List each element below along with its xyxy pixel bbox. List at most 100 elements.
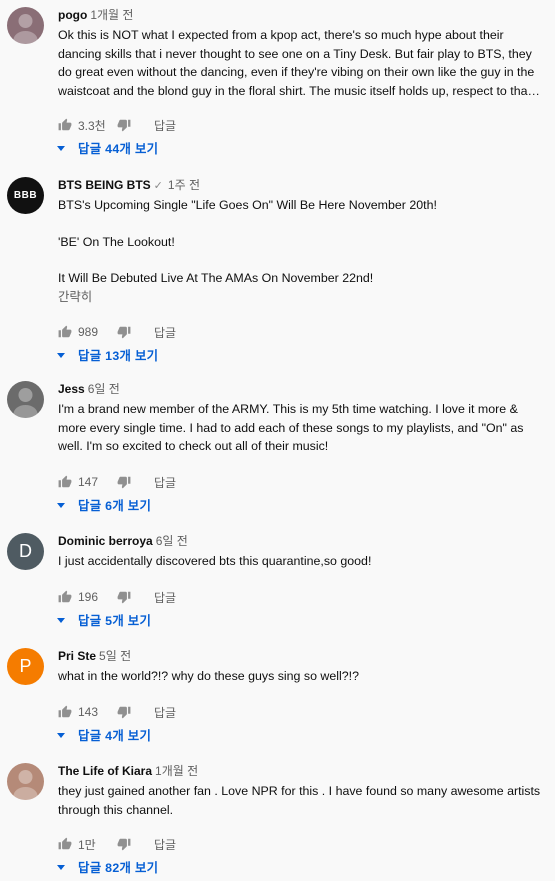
caret-down-icon bbox=[57, 865, 65, 870]
reply-button[interactable]: 답글 bbox=[154, 474, 176, 491]
avatar-photo bbox=[13, 388, 38, 418]
comment-actions: 3.3천 답글 bbox=[58, 117, 176, 133]
verified-check-icon: ✓ bbox=[153, 180, 163, 192]
comment-paragraph: what in the world?!? why do these guys s… bbox=[58, 669, 359, 683]
comment-paragraph: It Will Be Debuted Live At The AMAs On N… bbox=[58, 271, 374, 285]
view-replies-button[interactable]: 답글 6개 보기 bbox=[56, 496, 151, 514]
like-count: 147 bbox=[78, 475, 99, 489]
comment-timestamp[interactable]: 1개월 전 bbox=[155, 764, 198, 778]
avatar[interactable] bbox=[7, 7, 44, 44]
view-replies-button[interactable]: 답글 4개 보기 bbox=[56, 726, 151, 744]
author-name[interactable]: pogo bbox=[58, 8, 87, 22]
like-count: 1만 bbox=[78, 837, 96, 852]
comment-actions: 143 답글 bbox=[58, 704, 176, 720]
view-replies-label: 답글 82개 보기 bbox=[78, 861, 159, 875]
view-replies-label: 답글 4개 보기 bbox=[78, 729, 152, 743]
reply-button[interactable]: 답글 bbox=[154, 704, 176, 721]
avatar-photo bbox=[13, 770, 38, 800]
comment-actions: 147 답글 bbox=[58, 474, 176, 490]
comment-paragraph: I just accidentally discovered bts this … bbox=[58, 554, 372, 568]
view-replies-label: 답글 44개 보기 bbox=[78, 142, 159, 156]
comment-paragraph: BTS's Upcoming Single "Life Goes On" Wil… bbox=[58, 198, 437, 212]
comment-text: I'm a brand new member of the ARMY. This… bbox=[58, 400, 547, 456]
thumb-down-icon[interactable] bbox=[117, 325, 131, 339]
comment-body: The Life of Kiara 1개월 전 they just gained a… bbox=[58, 763, 547, 819]
avatar-photo bbox=[13, 14, 38, 44]
comment-paragraph: I'm a brand new member of the ARMY. This… bbox=[58, 402, 527, 453]
thumb-up-icon[interactable] bbox=[58, 475, 72, 489]
avatar[interactable] bbox=[7, 381, 44, 418]
caret-down-icon bbox=[57, 733, 65, 738]
comment-text: Ok this is NOT what I expected from a kp… bbox=[58, 26, 547, 100]
avatar[interactable]: P bbox=[7, 648, 44, 685]
thumb-down-icon[interactable] bbox=[117, 705, 131, 719]
comment-body: BTS BEING BTS ✓ 1주 전 BTS's Upcoming Single … bbox=[58, 177, 547, 306]
avatar-initial: D bbox=[19, 541, 32, 561]
author-name[interactable]: Dominic berroya bbox=[58, 534, 153, 548]
avatar[interactable] bbox=[7, 763, 44, 800]
view-replies-label: 답글 5개 보기 bbox=[78, 614, 152, 628]
show-less-button[interactable]: 간략히 bbox=[58, 288, 547, 306]
thumb-up-icon[interactable] bbox=[58, 590, 72, 604]
author-name[interactable]: Jess bbox=[58, 382, 85, 396]
comment-timestamp[interactable]: 1개월 전 bbox=[90, 8, 133, 22]
comment-header: Dominic berroya 6일 전 bbox=[58, 533, 547, 550]
comment-header: BTS BEING BTS ✓ 1주 전 bbox=[58, 177, 547, 194]
comment-paragraph: they just gained another fan . Love NPR … bbox=[58, 784, 544, 817]
like-count: 143 bbox=[78, 705, 99, 719]
reply-button[interactable]: 답글 bbox=[154, 589, 176, 606]
thumb-up-icon[interactable] bbox=[58, 118, 72, 132]
comment-paragraph: 'BE' On The Lookout! bbox=[58, 234, 175, 249]
view-replies-button[interactable]: 답글 5개 보기 bbox=[56, 611, 151, 629]
caret-down-icon bbox=[57, 618, 65, 623]
view-replies-button[interactable]: 답글 13개 보기 bbox=[56, 346, 158, 364]
comment-header: Pri Ste 5일 전 bbox=[58, 648, 547, 665]
reply-button[interactable]: 답글 bbox=[154, 117, 176, 134]
author-name[interactable]: BTS BEING BTS bbox=[58, 178, 151, 192]
comment-timestamp[interactable]: 6일 전 bbox=[156, 534, 188, 548]
thumb-up-icon[interactable] bbox=[58, 325, 72, 339]
like-count: 196 bbox=[78, 590, 99, 604]
comment-actions: 196 답글 bbox=[58, 589, 176, 605]
comment-text: BTS's Upcoming Single "Life Goes On" Wil… bbox=[58, 196, 547, 288]
comment-body: Jess 6일 전 I'm a brand new member of the AR… bbox=[58, 381, 547, 456]
view-replies-label: 답글 13개 보기 bbox=[78, 349, 159, 363]
view-replies-button[interactable]: 답글 44개 보기 bbox=[56, 139, 158, 157]
comment-timestamp[interactable]: 1주 전 bbox=[168, 178, 200, 192]
caret-down-icon bbox=[57, 503, 65, 508]
comment-header: pogo 1개월 전 bbox=[58, 7, 547, 24]
comment-body: Dominic berroya 6일 전 I just accidentally d… bbox=[58, 533, 547, 571]
like-count: 3.3천 bbox=[78, 118, 106, 133]
reply-button[interactable]: 답글 bbox=[154, 836, 176, 853]
reply-button[interactable]: 답글 bbox=[154, 324, 176, 341]
comment-text: they just gained another fan . Love NPR … bbox=[58, 782, 547, 819]
comment-header: Jess 6일 전 bbox=[58, 381, 547, 398]
comment-text: what in the world?!? why do these guys s… bbox=[58, 667, 547, 686]
caret-down-icon bbox=[57, 353, 65, 358]
comment-actions: 1만 답글 bbox=[58, 836, 176, 852]
comment-paragraph: Ok this is NOT what I expected from a kp… bbox=[58, 28, 540, 98]
thumb-up-icon[interactable] bbox=[58, 705, 72, 719]
comment-actions: 989 답글 bbox=[58, 324, 176, 340]
avatar[interactable]: BBB bbox=[7, 177, 44, 214]
thumb-down-icon[interactable] bbox=[117, 118, 131, 132]
view-replies-label: 답글 6개 보기 bbox=[78, 499, 152, 513]
avatar[interactable]: D bbox=[7, 533, 44, 570]
comment-timestamp[interactable]: 6일 전 bbox=[88, 382, 120, 396]
like-count: 989 bbox=[78, 325, 99, 339]
thumb-up-icon[interactable] bbox=[58, 837, 72, 851]
thumb-down-icon[interactable] bbox=[117, 475, 131, 489]
comment-header: The Life of Kiara 1개월 전 bbox=[58, 763, 547, 780]
avatar-logo-text: BBB bbox=[13, 190, 38, 201]
comment-body: Pri Ste 5일 전 what in the world?!? why do t… bbox=[58, 648, 547, 686]
author-name[interactable]: Pri Ste bbox=[58, 649, 96, 663]
thumb-down-icon[interactable] bbox=[117, 590, 131, 604]
author-name[interactable]: The Life of Kiara bbox=[58, 764, 152, 778]
comment-text: I just accidentally discovered bts this … bbox=[58, 552, 547, 571]
avatar-initial: P bbox=[19, 656, 32, 676]
comment-body: pogo 1개월 전 Ok this is NOT what I expected … bbox=[58, 7, 547, 100]
caret-down-icon bbox=[57, 146, 65, 151]
view-replies-button[interactable]: 답글 82개 보기 bbox=[56, 858, 158, 876]
comment-timestamp[interactable]: 5일 전 bbox=[99, 649, 131, 663]
thumb-down-icon[interactable] bbox=[117, 837, 131, 851]
